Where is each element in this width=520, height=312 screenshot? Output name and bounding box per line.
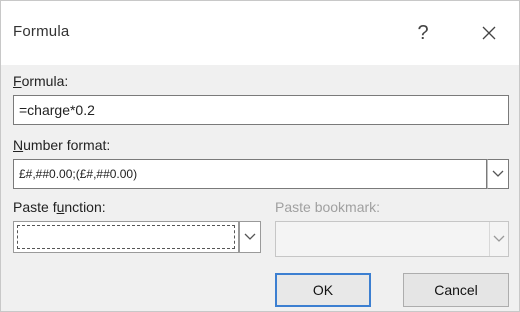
number-format-label-text: umber format: — [23, 137, 111, 153]
formula-label-hotkey: F — [13, 73, 22, 89]
close-button[interactable] — [467, 15, 511, 51]
chevron-down-icon — [244, 233, 256, 240]
cancel-button[interactable]: Cancel — [403, 273, 509, 307]
formula-label: Formula: — [13, 73, 68, 89]
formula-dialog: Formula ? Formula: =charge*0.2 Number fo… — [0, 0, 520, 312]
paste-function-dropdown-button[interactable] — [239, 221, 261, 253]
help-button[interactable]: ? — [403, 15, 443, 51]
paste-bookmark-label: Paste bookmark: — [275, 199, 381, 215]
chevron-down-icon — [493, 235, 505, 242]
paste-function-label: Paste function: — [13, 199, 106, 215]
focus-rectangle — [17, 225, 235, 249]
chevron-down-icon — [492, 170, 504, 177]
ok-button[interactable]: OK — [275, 273, 371, 307]
paste-bookmark-dropdown-button — [489, 222, 508, 256]
formula-label-text: ormula: — [21, 73, 69, 89]
number-format-label: Number format: — [13, 137, 110, 153]
formula-input[interactable]: =charge*0.2 — [13, 95, 509, 125]
paste-function-label-before: Paste f — [13, 199, 57, 215]
number-format-input[interactable]: £#,##0.00;(£#,##0.00) — [13, 159, 487, 189]
title-bar: Formula ? — [1, 1, 519, 65]
number-format-dropdown-button[interactable] — [487, 159, 509, 189]
paste-bookmark-select — [275, 221, 509, 257]
paste-function-select[interactable] — [13, 221, 239, 253]
close-icon — [482, 26, 496, 40]
number-format-label-hotkey: N — [13, 137, 24, 153]
dialog-title: Formula — [13, 23, 70, 40]
paste-function-label-after: nction: — [64, 199, 106, 215]
